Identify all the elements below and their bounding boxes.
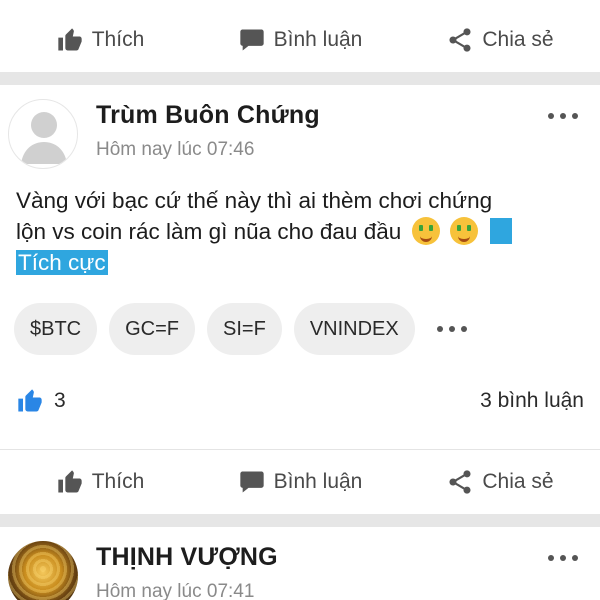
tag-vnindex[interactable]: VNINDEX (293, 303, 415, 355)
post-stats: 3 3 bình luận (16, 387, 584, 415)
post-separator (0, 514, 600, 527)
share-label: Chia sẻ (482, 28, 554, 51)
money-mouth-emoji-icon (411, 217, 440, 245)
tag-si[interactable]: SI=F (207, 303, 282, 355)
content-line-2: lộn vs coin rác làm gì nũa cho đau đầu (16, 216, 586, 247)
share-button[interactable]: Chia sẻ (400, 468, 600, 496)
like-button[interactable]: Thích (0, 468, 200, 496)
money-mouth-emoji-icon (449, 217, 478, 245)
thumbs-up-icon (18, 389, 42, 412)
thumbs-up-icon (58, 470, 82, 493)
comment-button[interactable]: Bình luận (200, 26, 400, 54)
like-label: Thích (91, 470, 145, 493)
default-avatar-icon (21, 112, 67, 164)
share-icon (449, 470, 471, 494)
speech-bubble-icon (239, 29, 264, 51)
share-label: Chia sẻ (482, 470, 554, 493)
post-time: Hôm nay lúc 07:41 (96, 581, 255, 600)
speech-bubble-icon (239, 471, 264, 493)
author-name[interactable]: THỊNH VƯỢNG (96, 543, 278, 572)
action-bar-post: Thích Bình luận Chia sẻ (0, 450, 600, 514)
share-button[interactable]: Chia sẻ (400, 26, 600, 54)
share-icon (449, 28, 471, 52)
tag-gc[interactable]: GC=F (109, 303, 196, 355)
tag-btc[interactable]: $BTC (14, 303, 98, 355)
avatar[interactable] (8, 99, 78, 169)
more-dots-icon (436, 326, 443, 332)
thumbs-up-icon (58, 28, 82, 51)
sentiment-highlight[interactable]: Tích cực (16, 250, 108, 275)
post-separator (0, 72, 600, 85)
highlight-marker (490, 218, 513, 244)
like-count[interactable]: 3 (16, 387, 66, 415)
like-label: Thích (91, 28, 145, 51)
more-dots-icon (548, 113, 554, 119)
like-button[interactable]: Thích (0, 26, 200, 54)
content-line-3: Tích cực (16, 247, 586, 278)
post-card: Trùm Buôn Chứng Hôm nay lúc 07:46 Vàng v… (0, 85, 600, 511)
more-options-button[interactable] (548, 113, 578, 119)
content-line-2-text: lộn vs coin rác làm gì nũa cho đau đầu (16, 219, 402, 244)
author-name[interactable]: Trùm Buôn Chứng (96, 101, 320, 130)
comment-count[interactable]: 3 bình luận (480, 389, 584, 413)
comment-button[interactable]: Bình luận (200, 468, 400, 496)
comment-label: Bình luận (273, 470, 363, 493)
action-bar-top: Thích Bình luận Chia sẻ (0, 8, 600, 72)
more-dots-icon (548, 555, 554, 561)
post-card: THỊNH VƯỢNG Hôm nay lúc 07:41 (0, 527, 600, 600)
post-content: Vàng với bạc cứ thế này thì ai thèm chơi… (16, 185, 586, 278)
more-tags-button[interactable] (436, 326, 467, 332)
ticker-tags: $BTC GC=F SI=F VNINDEX (14, 303, 467, 355)
content-line-1: Vàng với bạc cứ thế này thì ai thèm chơi… (16, 188, 493, 213)
more-options-button[interactable] (548, 555, 578, 561)
comment-label: Bình luận (273, 28, 363, 51)
like-count-value: 3 (54, 389, 66, 412)
post-time: Hôm nay lúc 07:46 (96, 139, 255, 160)
avatar[interactable] (8, 541, 78, 600)
